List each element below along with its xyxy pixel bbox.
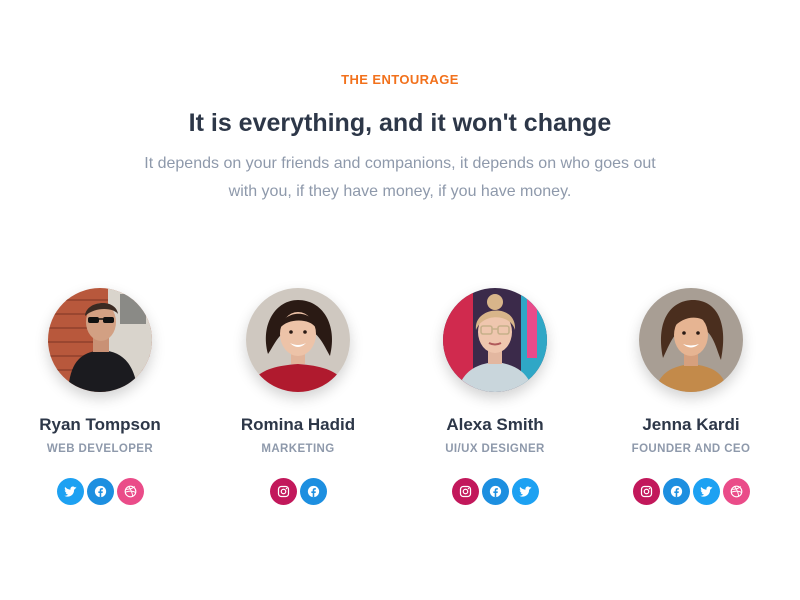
facebook-button[interactable] (481, 478, 509, 505)
instagram-button[interactable] (632, 478, 660, 505)
instagram-icon (277, 485, 289, 498)
twitter-button[interactable] (511, 478, 539, 505)
section-eyebrow: THE ENTOURAGE (341, 72, 459, 87)
member-name: Jenna Kardi (642, 415, 740, 434)
facebook-button[interactable] (299, 478, 327, 505)
section-title: It is everything, and it won't change (188, 109, 612, 137)
section-header: THE ENTOURAGE It is everything, and it w… (0, 72, 800, 206)
section-subtitle: It depends on your friends and companion… (144, 155, 656, 200)
member-social-links (596, 478, 786, 505)
member-name: Alexa Smith (446, 415, 544, 434)
twitter-icon (699, 486, 713, 497)
member-role: UI/UX DESIGNER (445, 443, 545, 455)
twitter-icon (518, 486, 532, 497)
member-social-links (203, 478, 393, 505)
twitter-button[interactable] (56, 478, 84, 505)
dribbble-icon (124, 485, 136, 498)
instagram-icon (640, 485, 652, 498)
member-social-links (5, 478, 195, 505)
member-name: Ryan Tompson (39, 415, 161, 434)
member-role: WEB DEVELOPER (46, 443, 154, 455)
dribbble-button[interactable] (116, 478, 144, 505)
instagram-icon (459, 485, 471, 498)
avatar-romina-hadid (246, 288, 350, 392)
member-role: FOUNDER AND CEO (631, 443, 751, 455)
avatar-ryan-tompson (48, 288, 152, 392)
facebook-icon (94, 485, 106, 498)
facebook-button[interactable] (86, 478, 114, 505)
instagram-button[interactable] (451, 478, 479, 505)
team-member-card: Ryan Tompson WEB DEVELOPER (5, 288, 195, 505)
dribbble-icon (730, 485, 742, 498)
team-section: THE ENTOURAGE It is everything, and it w… (0, 0, 800, 600)
member-name: Romina Hadid (240, 415, 356, 434)
facebook-icon (307, 485, 319, 498)
team-member-card: Romina Hadid MARKETING (203, 288, 393, 505)
avatar-alexa-smith (443, 288, 547, 392)
dribbble-button[interactable] (722, 478, 750, 505)
facebook-icon (670, 485, 682, 498)
member-social-links (400, 478, 590, 505)
twitter-icon (63, 486, 77, 497)
team-grid: Ryan Tompson WEB DEVELOPER Romina Hadid … (0, 288, 800, 518)
facebook-icon (489, 485, 501, 498)
instagram-button[interactable] (269, 478, 297, 505)
twitter-button[interactable] (692, 478, 720, 505)
team-member-card: Alexa Smith UI/UX DESIGNER (400, 288, 590, 505)
facebook-button[interactable] (662, 478, 690, 505)
member-role: MARKETING (261, 443, 335, 455)
avatar-jenna-kardi (639, 288, 743, 392)
team-member-card: Jenna Kardi FOUNDER AND CEO (596, 288, 786, 505)
